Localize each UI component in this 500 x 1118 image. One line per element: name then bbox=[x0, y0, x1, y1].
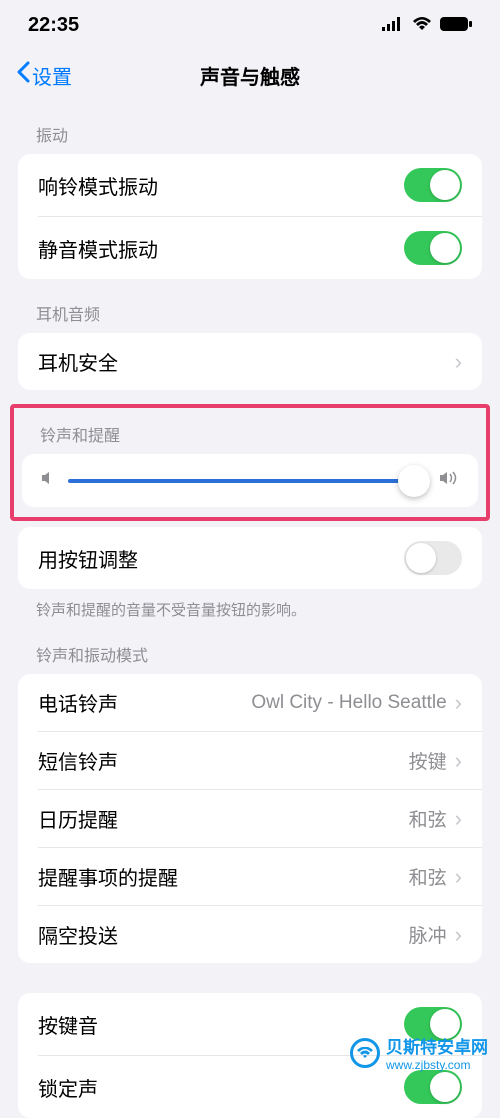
row-label: 锁定声 bbox=[38, 1073, 404, 1102]
toggle-ring-vibrate[interactable] bbox=[404, 168, 462, 202]
row-button-adjust[interactable]: 用按钮调整 bbox=[18, 527, 482, 589]
row-ringtone[interactable]: 电话铃声 Owl City - Hello Seattle › bbox=[18, 674, 482, 731]
row-value: 和弦 bbox=[409, 863, 447, 890]
watermark-name: 贝斯特安卓网 bbox=[386, 1038, 488, 1057]
row-label: 用按钮调整 bbox=[38, 544, 404, 573]
row-value: 按键 bbox=[409, 747, 447, 774]
toggle-lock-sound[interactable] bbox=[404, 1070, 462, 1104]
toggle-button-adjust[interactable] bbox=[404, 541, 462, 575]
row-ring-vibrate[interactable]: 响铃模式振动 bbox=[18, 154, 482, 216]
section-header-vibrate: 振动 bbox=[0, 100, 500, 154]
row-label: 隔空投送 bbox=[38, 920, 409, 949]
back-label: 设置 bbox=[32, 61, 72, 90]
chevron-left-icon bbox=[16, 61, 30, 89]
row-label: 电话铃声 bbox=[38, 688, 251, 717]
highlight-box: 铃声和提醒 bbox=[10, 404, 490, 521]
row-airdrop[interactable]: 隔空投送 脉冲 › bbox=[38, 905, 482, 963]
speaker-high-icon bbox=[438, 470, 460, 491]
group-headphone: 耳机安全 › bbox=[18, 333, 482, 390]
row-text-tone[interactable]: 短信铃声 按键 › bbox=[38, 731, 482, 789]
row-label: 日历提醒 bbox=[38, 804, 409, 833]
chevron-right-icon: › bbox=[455, 808, 462, 830]
row-calendar-alert[interactable]: 日历提醒 和弦 › bbox=[38, 789, 482, 847]
chevron-right-icon: › bbox=[455, 351, 462, 373]
row-label: 静音模式振动 bbox=[38, 234, 404, 263]
row-label: 耳机安全 bbox=[38, 347, 447, 376]
row-value: Owl City - Hello Seattle bbox=[251, 692, 446, 714]
battery-icon bbox=[440, 14, 472, 37]
cellular-icon bbox=[382, 14, 404, 37]
page-title: 声音与触感 bbox=[0, 61, 500, 90]
status-time: 22:35 bbox=[28, 14, 79, 37]
ringer-slider-row bbox=[22, 454, 478, 507]
row-headphone-safety[interactable]: 耳机安全 › bbox=[18, 333, 482, 390]
section-header-ringer: 铃声和提醒 bbox=[18, 408, 482, 454]
group-vibrate: 响铃模式振动 静音模式振动 bbox=[18, 154, 482, 279]
row-silent-vibrate[interactable]: 静音模式振动 bbox=[38, 216, 482, 279]
footer-note: 铃声和提醒的音量不受音量按钮的影响。 bbox=[0, 589, 500, 630]
section-header-sounds: 铃声和振动模式 bbox=[0, 630, 500, 674]
group-button-adjust: 用按钮调整 bbox=[18, 527, 482, 589]
chevron-right-icon: › bbox=[455, 750, 462, 772]
watermark-url: www.zjbsty.com bbox=[386, 1058, 488, 1072]
status-bar: 22:35 bbox=[0, 0, 500, 50]
watermark: 贝斯特安卓网 www.zjbsty.com bbox=[350, 1033, 488, 1072]
chevron-right-icon: › bbox=[455, 692, 462, 714]
row-reminder-alert[interactable]: 提醒事项的提醒 和弦 › bbox=[38, 847, 482, 905]
volume-slider[interactable] bbox=[68, 479, 426, 483]
toggle-silent-vibrate[interactable] bbox=[404, 231, 462, 265]
slider-thumb[interactable] bbox=[398, 465, 430, 497]
section-header-headphone: 耳机音频 bbox=[0, 279, 500, 333]
row-label: 短信铃声 bbox=[38, 746, 409, 775]
watermark-logo-icon bbox=[350, 1038, 380, 1068]
nav-bar: 设置 声音与触感 bbox=[0, 50, 500, 100]
row-value: 和弦 bbox=[409, 805, 447, 832]
row-value: 脉冲 bbox=[409, 921, 447, 948]
status-indicators bbox=[382, 14, 472, 37]
row-label: 响铃模式振动 bbox=[38, 171, 404, 200]
chevron-right-icon: › bbox=[455, 866, 462, 888]
back-button[interactable]: 设置 bbox=[16, 61, 72, 90]
speaker-low-icon bbox=[40, 470, 56, 491]
chevron-right-icon: › bbox=[455, 924, 462, 946]
row-label: 提醒事项的提醒 bbox=[38, 862, 409, 891]
group-sounds: 电话铃声 Owl City - Hello Seattle › 短信铃声 按键 … bbox=[18, 674, 482, 963]
wifi-icon bbox=[412, 14, 432, 37]
